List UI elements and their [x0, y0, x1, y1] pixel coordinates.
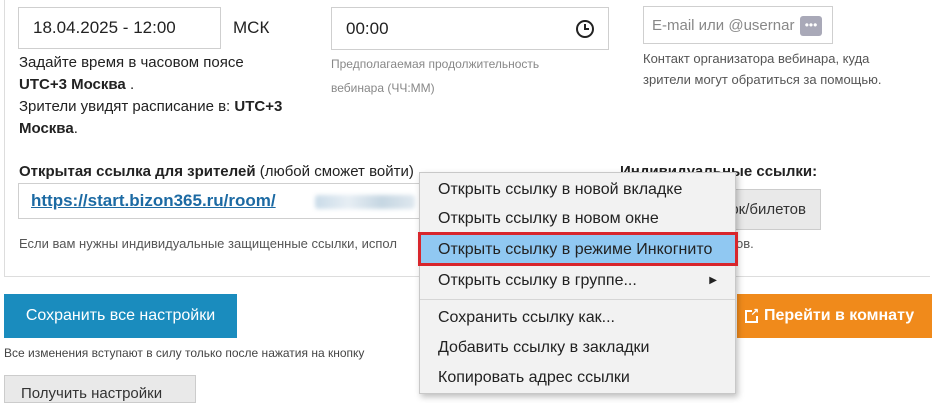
- link-note: Если вам нужны индивидуальные защищенные…: [19, 236, 397, 251]
- open-link-field[interactable]: https://start.bizon365.ru/room/: [18, 183, 420, 219]
- duration-hint: Предполагаемая продолжительность вебинар…: [331, 52, 539, 100]
- panel-border-left: [4, 0, 5, 277]
- menu-save-link-as[interactable]: Сохранить ссылку как...: [420, 303, 735, 332]
- link-label-bold: Открытая ссылка для зрителей: [19, 163, 256, 180]
- annotation-highlight-box: [418, 232, 738, 266]
- contact-placeholder: E-mail или @usernar: [652, 16, 795, 34]
- autofill-icon[interactable]: •••: [800, 16, 822, 36]
- go-to-room-label: Перейти в комнату: [764, 307, 915, 324]
- menu-label: Открыть ссылку в новой вкладке: [438, 181, 683, 198]
- menu-open-in-group[interactable]: Открыть ссылку в группе... ▶: [420, 266, 735, 295]
- menu-copy-link-address[interactable]: Копировать адрес ссылки: [420, 363, 735, 392]
- menu-separator: [420, 299, 735, 300]
- get-settings-label: Получить настройки: [21, 384, 163, 402]
- duration-input[interactable]: 00:00: [331, 7, 609, 50]
- help-tz-2: UTC+3: [234, 98, 283, 115]
- datetime-input[interactable]: 18.04.2025 - 12:00: [18, 7, 221, 49]
- help-tz-3: Москва: [19, 120, 74, 137]
- schedule-help: Задайте время в часовом поясе UTC+3 Моск…: [19, 52, 319, 140]
- link-label: Открытая ссылка для зрителей (любой смож…: [19, 163, 414, 180]
- link-note-end: ов.: [736, 236, 754, 251]
- save-all-label: Сохранить все настройки: [25, 307, 216, 324]
- duration-hint-line2: вебинара (ЧЧ:ММ): [331, 81, 435, 95]
- save-note: Все изменения вступают в силу только пос…: [4, 346, 365, 360]
- external-link-icon: ↗: [745, 307, 760, 323]
- go-to-room-button[interactable]: ↗ Перейти в комнату: [737, 294, 932, 338]
- menu-open-new-tab[interactable]: Открыть ссылку в новой вкладке: [420, 175, 735, 204]
- menu-open-new-window[interactable]: Открыть ссылку в новом окне: [420, 204, 735, 233]
- contact-hint: Контакт организатора вебинара, куда зрит…: [643, 48, 882, 90]
- menu-label: Добавить ссылку в закладки: [438, 339, 650, 356]
- contact-hint-line2: зрители могут обратиться за помощью.: [643, 72, 882, 87]
- submenu-arrow-icon: ▶: [709, 275, 717, 286]
- menu-label: Открыть ссылку в новом окне: [438, 210, 659, 227]
- contact-hint-line1: Контакт организатора вебинара, куда: [643, 51, 870, 66]
- menu-bookmark-link[interactable]: Добавить ссылку в закладки: [420, 333, 735, 362]
- datetime-value: 18.04.2025 - 12:00: [33, 18, 176, 37]
- clock-icon[interactable]: [576, 19, 594, 38]
- help-text-1: Задайте время в часовом поясе: [19, 54, 244, 71]
- link-label-rest: (любой сможет войти): [255, 163, 414, 180]
- duration-value: 00:00: [346, 18, 389, 38]
- help-tz: UTC+3 Москва: [19, 76, 126, 93]
- help-tz-end: .: [125, 76, 135, 93]
- contact-input[interactable]: E-mail или @usernar •••: [643, 6, 833, 44]
- timezone-label: МСК: [233, 18, 270, 37]
- duration-hint-line1: Предполагаемая продолжительность: [331, 57, 540, 71]
- help-text-3-end: .: [73, 120, 78, 137]
- menu-label: Открыть ссылку в группе...: [438, 272, 637, 289]
- save-all-button[interactable]: Сохранить все настройки: [4, 294, 237, 338]
- individual-tickets-label: ок/билетов: [730, 201, 806, 218]
- context-menu: Открыть ссылку в новой вкладке Открыть с…: [419, 172, 736, 394]
- menu-label: Сохранить ссылку как...: [438, 309, 615, 326]
- help-text-2: Зрители увидят расписание в:: [19, 98, 231, 115]
- open-link-url[interactable]: https://start.bizon365.ru/room/: [31, 191, 276, 211]
- get-settings-button[interactable]: Получить настройки: [4, 375, 196, 403]
- blurred-url-part: [315, 195, 415, 209]
- menu-label: Копировать адрес ссылки: [438, 369, 630, 386]
